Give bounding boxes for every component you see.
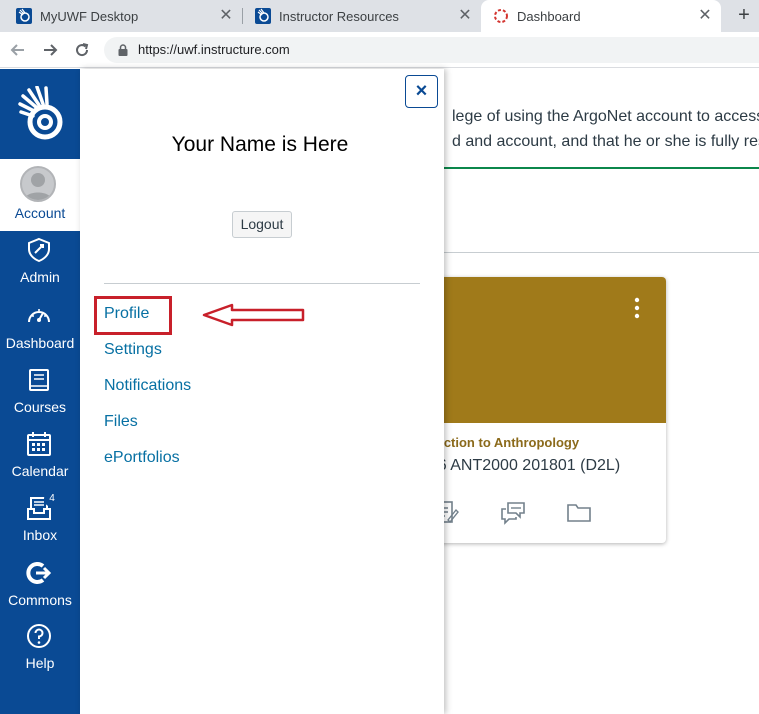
profile-highlight-box — [94, 296, 172, 335]
account-tray: × Your Name is Here Logout Profile Setti… — [80, 69, 444, 714]
nav-item-label: Inbox — [22, 527, 58, 543]
dashboard-icon — [28, 309, 50, 323]
tray-divider — [104, 283, 420, 284]
tray-link-eportfolios[interactable]: ePortfolios — [104, 449, 180, 467]
shield-icon — [28, 237, 50, 263]
nav-item-label: Admin — [20, 269, 60, 285]
browser-tab-bar: MyUWF Desktop ✕ Instructor Resources ✕ D… — [0, 0, 759, 32]
nav-item-inbox[interactable]: 4 Inbox — [0, 491, 80, 555]
nav-item-label: Dashboard — [5, 335, 75, 351]
course-card-code: 016 ANT2000 201801 (D2L) — [420, 457, 621, 474]
reload-button[interactable] — [72, 40, 92, 60]
browser-tab-instructor-resources[interactable]: Instructor Resources ✕ — [243, 0, 481, 32]
tray-link-notifications[interactable]: Notifications — [104, 377, 191, 395]
notice-line-2: d and account, and that he or she is ful… — [452, 133, 759, 150]
reload-icon — [76, 43, 89, 57]
forward-button[interactable] — [40, 40, 60, 60]
avatar — [20, 166, 56, 202]
nav-item-label: Commons — [8, 592, 72, 608]
nav-item-label: Calendar — [11, 463, 69, 479]
browser-address-bar: https://uwf.instructure.com — [0, 32, 759, 68]
browser-tab-title: Dashboard — [517, 8, 581, 24]
tray-link-files[interactable]: Files — [104, 413, 138, 431]
browser-tab-myuwf[interactable]: MyUWF Desktop ✕ — [0, 0, 242, 32]
nav-item-calendar[interactable]: Calendar — [0, 427, 80, 491]
logout-button[interactable]: Logout — [232, 211, 292, 238]
uwf-favicon-icon — [16, 8, 32, 24]
kebab-menu-icon[interactable] — [634, 297, 640, 319]
nav-item-help[interactable]: Help — [0, 619, 80, 683]
global-navigation: Account Admin Dashboard Courses Calendar… — [0, 69, 80, 714]
back-arrow-icon — [10, 44, 24, 56]
canvas-favicon-icon — [493, 8, 509, 24]
nav-item-courses[interactable]: Courses — [0, 363, 80, 427]
discussions-icon[interactable] — [500, 499, 526, 525]
close-icon: × — [415, 80, 428, 102]
tray-close-button[interactable]: × — [405, 75, 438, 108]
uwf-nautilus-logo-icon — [18, 86, 63, 140]
uwf-favicon-icon — [255, 8, 271, 24]
nav-item-dashboard[interactable]: Dashboard — [0, 299, 80, 363]
tray-link-settings[interactable]: Settings — [104, 341, 162, 359]
forward-arrow-icon — [44, 44, 58, 56]
nav-account[interactable]: Account — [0, 159, 80, 231]
close-tab-icon[interactable]: ✕ — [457, 8, 473, 24]
browser-tab-title: Instructor Resources — [279, 8, 399, 24]
book-icon — [29, 369, 49, 391]
inbox-unread-badge: 4 — [44, 491, 60, 507]
close-tab-icon[interactable]: ✕ — [697, 8, 713, 24]
user-silhouette-icon — [24, 173, 52, 200]
new-tab-button[interactable]: + — [733, 5, 755, 27]
nav-item-label: Courses — [13, 399, 67, 415]
browser-tab-title: MyUWF Desktop — [40, 8, 139, 24]
url-bar[interactable]: https://uwf.instructure.com — [104, 37, 759, 63]
help-icon — [27, 624, 51, 648]
user-name: Your Name is Here — [171, 133, 349, 156]
nav-item-admin[interactable]: Admin — [0, 233, 80, 297]
back-button[interactable] — [8, 40, 28, 60]
notice-line-1: lege of using the ArgoNet account to acc… — [452, 108, 759, 125]
calendar-icon — [27, 432, 51, 456]
nav-item-commons[interactable]: Commons — [0, 556, 80, 620]
commons-icon — [26, 562, 52, 584]
nav-account-label: Account — [14, 205, 66, 221]
close-tab-icon[interactable]: ✕ — [218, 8, 234, 24]
url-text: https://uwf.instructure.com — [138, 42, 290, 57]
files-folder-icon[interactable] — [566, 499, 592, 525]
uwf-logo[interactable] — [0, 69, 80, 159]
nav-item-label: Help — [25, 655, 55, 671]
pointer-arrow-icon — [202, 303, 305, 327]
browser-tab-dashboard[interactable]: Dashboard ✕ — [481, 0, 721, 32]
lock-icon — [118, 44, 128, 56]
